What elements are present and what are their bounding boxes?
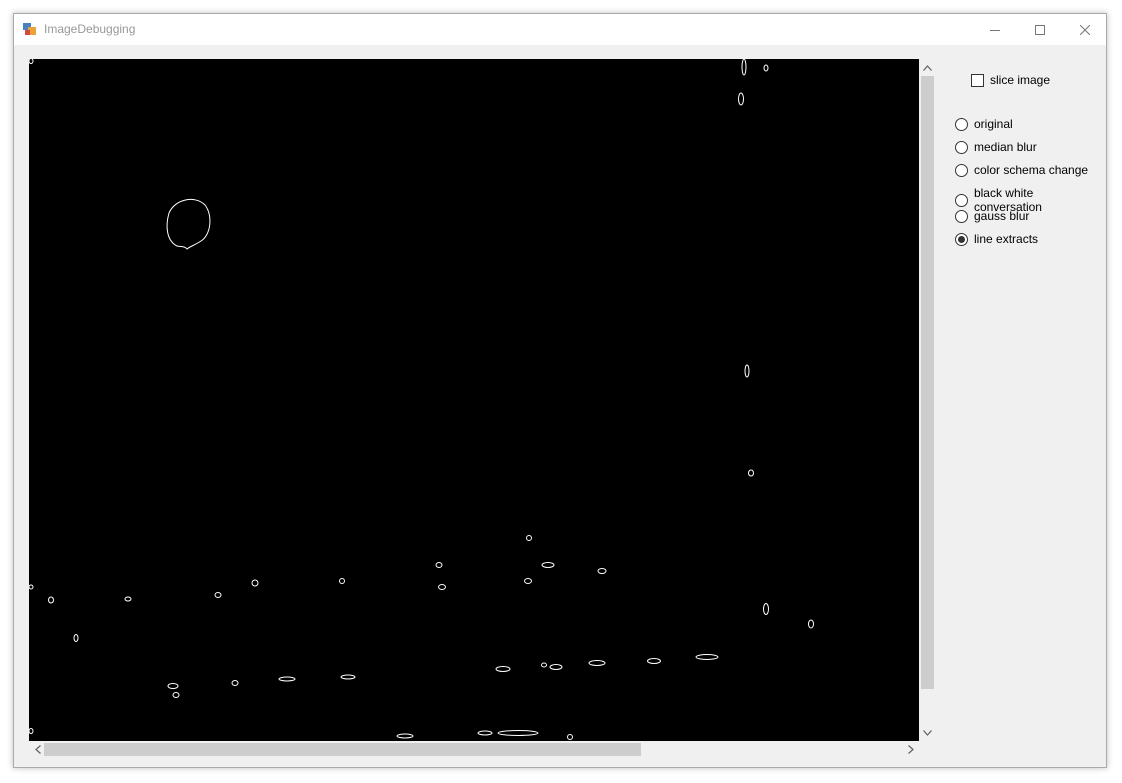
chevron-right-icon [907, 745, 914, 754]
radio-label: line extracts [974, 232, 1039, 246]
chevron-left-icon [34, 745, 41, 754]
radio-label: median blur [974, 140, 1037, 154]
close-icon [1079, 24, 1090, 35]
vertical-scrollbar[interactable] [919, 59, 936, 741]
options-panel: slice image original median blur color s… [944, 59, 1104, 359]
horizontal-scroll-thumb[interactable] [44, 743, 641, 756]
radio-button-selected[interactable] [955, 232, 968, 246]
image-viewport[interactable] [29, 59, 919, 741]
vertical-scroll-thumb[interactable] [921, 76, 934, 689]
radio-original[interactable]: original [955, 117, 1013, 131]
minimize-icon [989, 29, 1000, 31]
window-title: ImageDebugging [44, 22, 136, 36]
horizontal-scrollbar[interactable] [29, 741, 919, 758]
chevron-up-icon [923, 64, 932, 71]
maximize-button[interactable] [1017, 14, 1062, 45]
maximize-icon [1034, 24, 1045, 35]
close-button[interactable] [1062, 14, 1107, 45]
slice-image-checkbox[interactable]: slice image [971, 73, 1050, 87]
scroll-right-button[interactable] [902, 741, 919, 758]
line-extract-image [29, 59, 814, 740]
radio-label: color schema change [974, 163, 1089, 177]
app-icon [23, 23, 36, 35]
image-debugging-window: ImageDebugging slice image original medi… [13, 13, 1107, 768]
chevron-down-icon [923, 729, 932, 736]
radio-button[interactable] [955, 140, 968, 154]
radio-line-extracts[interactable]: line extracts [955, 232, 1038, 246]
radio-button[interactable] [955, 163, 968, 177]
radio-button[interactable] [955, 193, 968, 207]
slice-image-label: slice image [990, 73, 1051, 87]
checkbox-box[interactable] [971, 73, 984, 87]
radio-color-schema-change[interactable]: color schema change [955, 163, 1088, 177]
minimize-button[interactable] [972, 14, 1017, 45]
radio-button[interactable] [955, 209, 968, 223]
radio-button[interactable] [955, 117, 968, 131]
title-bar[interactable]: ImageDebugging [14, 14, 1106, 45]
radio-gauss-blur[interactable]: gauss blur [955, 209, 1029, 223]
scroll-down-button[interactable] [919, 724, 936, 741]
radio-label: gauss blur [974, 209, 1030, 223]
radio-median-blur[interactable]: median blur [955, 140, 1037, 154]
radio-label: original [974, 117, 1013, 131]
scroll-up-button[interactable] [919, 59, 936, 76]
